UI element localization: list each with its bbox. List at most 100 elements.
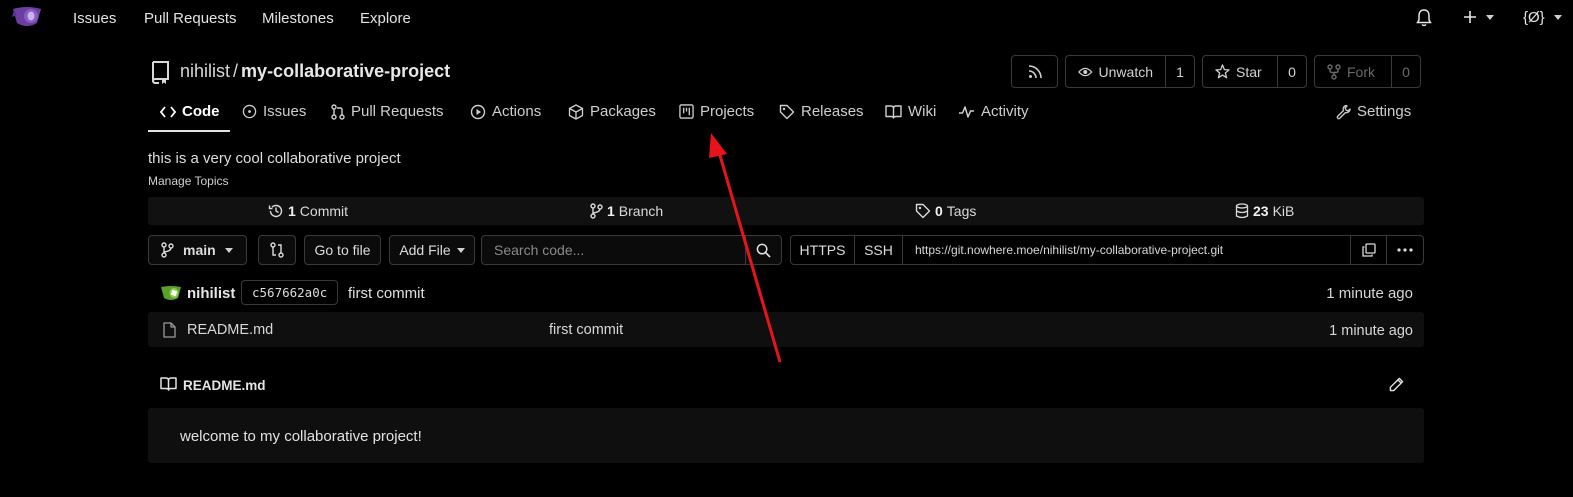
tab-issues-label: Issues: [263, 103, 307, 120]
pencil-icon: [1389, 377, 1404, 392]
copy-url-button[interactable]: [1351, 236, 1387, 264]
bell-icon: [1416, 9, 1432, 27]
rss-feed-button[interactable]: [1011, 55, 1058, 88]
plus-icon: [1464, 11, 1476, 23]
star-button[interactable]: Star: [1203, 56, 1278, 87]
tags-stat-link[interactable]: 0 Tags: [915, 203, 976, 219]
repo-description: this is a very cool collaborative projec…: [148, 150, 401, 167]
add-file-dropdown[interactable]: Add File: [389, 235, 475, 265]
rss-icon: [1028, 64, 1042, 78]
nav-pull-requests-link[interactable]: Pull Requests: [144, 10, 237, 27]
tab-activity-label: Activity: [981, 103, 1029, 120]
nav-issues-link[interactable]: Issues: [73, 10, 116, 27]
tab-actions[interactable]: Actions: [470, 103, 541, 120]
chevron-down-icon: [224, 247, 233, 253]
file-commit-message-link[interactable]: first commit: [549, 322, 623, 338]
stars-count[interactable]: 0: [1278, 56, 1306, 87]
edit-readme-button[interactable]: [1389, 377, 1404, 392]
copy-icon: [1361, 243, 1376, 257]
readme-content: welcome to my collaborative project!: [148, 408, 1424, 463]
pull-request-icon: [331, 103, 345, 120]
search-code-input[interactable]: [481, 235, 745, 265]
history-icon: [268, 204, 283, 218]
tab-projects-label: Projects: [700, 103, 755, 120]
nav-milestones-link[interactable]: Milestones: [262, 10, 334, 27]
branch-selector[interactable]: main: [148, 235, 247, 265]
branches-count: 1: [607, 203, 615, 219]
tag-icon: [915, 203, 931, 219]
repo-tabs: Code Issues Pull Requests Actions Packag…: [148, 96, 1424, 133]
fork-label: Fork: [1347, 63, 1375, 80]
add-file-label: Add File: [399, 242, 451, 258]
commits-count: 1: [288, 203, 296, 219]
tags-label: Tags: [946, 203, 977, 219]
file-icon: [163, 322, 176, 338]
watchers-count[interactable]: 1: [1166, 56, 1194, 87]
fork-button[interactable]: Fork: [1315, 56, 1392, 87]
chevron-down-icon: [456, 247, 465, 253]
package-icon: [568, 103, 584, 120]
commits-stat-link[interactable]: 1 Commit: [268, 203, 348, 219]
compare-icon: [270, 242, 284, 258]
file-row: README.md first commit 1 minute ago: [148, 312, 1424, 347]
tags-count: 0: [935, 203, 943, 219]
tab-code-label: Code: [182, 103, 220, 120]
compare-button[interactable]: [258, 235, 296, 265]
commit-sha-link[interactable]: c567662a0c: [241, 280, 339, 305]
tab-pull-requests-label: Pull Requests: [351, 103, 444, 120]
tab-settings[interactable]: Settings: [1336, 103, 1411, 120]
top-navbar: Issues Pull Requests Milestones Explore …: [0, 0, 1573, 36]
go-to-file-button[interactable]: Go to file: [304, 235, 381, 265]
tab-releases[interactable]: Releases: [779, 103, 864, 120]
branches-label: Branch: [618, 203, 664, 219]
more-options-button[interactable]: [1387, 236, 1423, 264]
avatar[interactable]: [160, 285, 182, 302]
unwatch-label: Unwatch: [1098, 63, 1153, 80]
branch-icon: [590, 203, 603, 219]
fork-button-group: Fork 0: [1314, 55, 1421, 88]
ssh-button[interactable]: SSH: [855, 236, 903, 264]
star-icon: [1215, 64, 1230, 79]
watch-button-group: Unwatch 1: [1065, 55, 1195, 88]
unwatch-button[interactable]: Unwatch: [1066, 56, 1166, 87]
manage-topics-link[interactable]: Manage Topics: [148, 174, 229, 188]
tab-code[interactable]: Code: [160, 103, 220, 120]
tab-wiki[interactable]: Wiki: [885, 103, 936, 120]
branches-stat-link[interactable]: 1 Branch: [590, 203, 663, 219]
star-button-group: Star 0: [1202, 55, 1307, 88]
latest-commit-row: nihilist c567662a0c first commit 1 minut…: [148, 276, 1424, 310]
tab-releases-label: Releases: [801, 103, 864, 120]
create-new-button[interactable]: [1463, 10, 1494, 24]
notifications-button[interactable]: [1416, 9, 1432, 27]
tab-issues[interactable]: Issues: [242, 103, 306, 120]
repo-size-stat: 23 KiB: [1235, 203, 1294, 219]
tab-activity[interactable]: Activity: [958, 103, 1029, 120]
file-name-link[interactable]: README.md: [187, 322, 273, 338]
forks-count[interactable]: 0: [1392, 56, 1420, 87]
commits-label: Commit: [299, 203, 349, 219]
tab-projects[interactable]: Projects: [679, 103, 754, 120]
tab-pull-requests[interactable]: Pull Requests: [331, 103, 444, 120]
tab-packages[interactable]: Packages: [568, 103, 656, 120]
readme-text: welcome to my collaborative project!: [180, 428, 422, 445]
database-icon: [1235, 203, 1249, 219]
code-icon: [160, 105, 176, 118]
repo-icon: [149, 60, 171, 84]
star-label: Star: [1236, 63, 1262, 80]
clone-url-field[interactable]: https://git.nowhere.moe/nihilist/my-coll…: [903, 236, 1351, 264]
chevron-down-icon: [1486, 14, 1494, 20]
current-branch-label: main: [183, 242, 216, 258]
user-menu-button[interactable]: {Ø}: [1523, 9, 1562, 26]
search-button[interactable]: [745, 235, 782, 265]
repo-owner-link[interactable]: nihilist: [180, 61, 230, 81]
forgejo-logo-icon[interactable]: [11, 5, 43, 29]
commit-message-link[interactable]: first commit: [348, 285, 425, 302]
https-button[interactable]: HTTPS: [791, 236, 855, 264]
repo-name-link[interactable]: my-collaborative-project: [241, 61, 450, 81]
commit-author-link[interactable]: nihilist: [187, 285, 235, 302]
book-icon: [160, 377, 177, 391]
clone-panel: HTTPS SSH https://git.nowhere.moe/nihili…: [790, 235, 1424, 265]
readme-header: README.md: [148, 371, 1424, 401]
readme-title[interactable]: README.md: [183, 378, 266, 393]
nav-explore-link[interactable]: Explore: [360, 10, 411, 27]
